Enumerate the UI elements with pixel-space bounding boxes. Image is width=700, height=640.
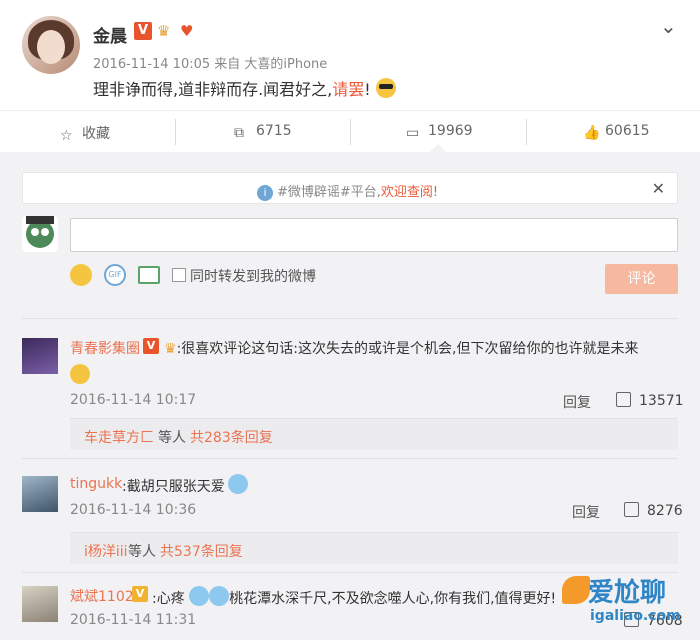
notice-text: i #微博辟谣#平台,欢迎查阅! <box>257 181 438 201</box>
submit-comment-button[interactable]: 评论 <box>605 264 678 294</box>
verified-badge-icon: V <box>132 586 148 602</box>
comment-panel: i #微博辟谣#平台,欢迎查阅! ✕ GIF 同时转发到我的微博 评论 青春影集圈… <box>0 152 700 640</box>
post-action-bar: ☆ 收藏 ⧉ 6715 ▭ 19969 👍 60615 <box>0 110 700 152</box>
heart-medal-icon: ♥ <box>180 22 194 40</box>
reply-button[interactable]: 回复 <box>563 392 591 412</box>
weibo-post: 金晨 V ♛ ♥ 2016-11-14 10:05 来自 大喜的iPhone 理… <box>0 0 700 110</box>
commenter-avatar[interactable] <box>22 476 58 512</box>
watermark-url: igaliao.com <box>590 608 681 624</box>
commenter-avatar[interactable] <box>22 586 58 622</box>
emoji-icon <box>228 474 248 494</box>
comment-text: :心疼 桃花潭水深千尺,不及欲念噬人心,你有我们,值得更好! <box>152 586 556 608</box>
sub-reply-mid: 等人 <box>128 544 156 560</box>
comment-like-count: 13571 <box>639 393 684 409</box>
emoji-icon[interactable] <box>70 264 92 286</box>
thumbs-up-icon <box>624 502 639 517</box>
comment-text: ♛:很喜欢评论这句话:这次失去的或许是个机会,但下次留给你的也许就是未来 <box>164 338 638 358</box>
verified-badge-icon: V <box>134 22 152 40</box>
crown-medal-icon: ♛ <box>164 341 177 357</box>
avatar-head <box>26 220 54 248</box>
avatar-eye <box>31 228 39 236</box>
sub-reply-mid: 等人 <box>158 430 186 446</box>
close-icon[interactable]: ✕ <box>652 179 665 198</box>
repost-count: 6715 <box>256 123 292 139</box>
post-text: 理非诤而得,道非辩而存.闻君好之, <box>93 80 333 99</box>
divider <box>22 318 678 319</box>
avatar-face <box>37 30 65 64</box>
sub-replies[interactable]: i杨洋iii 等人 共537条回复 <box>70 532 678 564</box>
author-name[interactable]: 金晨 <box>93 22 127 47</box>
bird-logo-icon <box>562 576 590 604</box>
post-text-highlight: 请罢 <box>332 80 365 99</box>
thumbs-up-icon: 👍 <box>583 125 601 141</box>
thumbs-up-icon <box>616 392 631 407</box>
commenter-name[interactable]: tingukk <box>70 476 122 492</box>
sub-reply-user[interactable]: i杨洋iii <box>84 541 128 561</box>
notice-tag: #微博辟谣#平台, <box>277 185 381 200</box>
star-icon: ☆ <box>60 128 73 144</box>
comment-time: 2016-11-14 11:31 <box>70 612 197 628</box>
notice-link[interactable]: 欢迎查阅! <box>381 185 438 200</box>
repost-icon: ⧉ <box>234 125 244 141</box>
divider <box>22 458 678 459</box>
info-icon: i <box>257 185 273 201</box>
comment-time: 2016-11-14 10:17 <box>70 392 197 408</box>
post-meta: 2016-11-14 10:05 来自 大喜的iPhone <box>93 57 328 72</box>
emoji-icon <box>209 586 230 606</box>
like-button[interactable]: 👍 60615 <box>583 123 650 141</box>
comment-like-button[interactable]: 8276 <box>624 502 683 519</box>
current-user-avatar[interactable] <box>22 216 58 252</box>
gif-icon[interactable]: GIF <box>104 264 126 286</box>
repost-checkbox-label: 同时转发到我的微博 <box>190 269 316 285</box>
comment-indicator-arrow <box>430 144 446 152</box>
chevron-down-icon[interactable]: ⌄ <box>660 14 677 38</box>
comment-body: :截胡只服张天爱 <box>122 479 225 495</box>
post-content: 理非诤而得,道非辩而存.闻君好之,请罢! <box>93 76 396 100</box>
like-count: 60615 <box>605 123 650 139</box>
comment-body: :很喜欢评论这句话:这次失去的或许是个机会,但下次留给你的也许就是未来 <box>176 341 639 357</box>
avatar-eye <box>41 228 49 236</box>
comment-body: :心疼 <box>152 591 185 607</box>
commenter-avatar[interactable] <box>22 338 58 374</box>
crown-medal-icon: ♛ <box>157 22 171 40</box>
commenter-name[interactable]: 青春影集圈 <box>70 338 140 358</box>
divider <box>526 119 527 145</box>
verified-badge-icon: V <box>143 338 159 354</box>
repost-button[interactable]: ⧉ 6715 <box>234 123 292 141</box>
sub-reply-count[interactable]: 共283条回复 <box>190 427 273 447</box>
rumor-notice: i #微博辟谣#平台,欢迎查阅! ✕ <box>22 172 678 204</box>
comment-like-button[interactable]: 13571 <box>616 392 684 409</box>
divider <box>175 119 176 145</box>
repost-checkbox[interactable] <box>172 268 186 282</box>
sub-reply-user[interactable]: 车走草方匚 <box>84 427 154 447</box>
post-text-end: ! <box>364 80 371 99</box>
emoji-icon <box>189 586 210 606</box>
image-icon[interactable] <box>138 266 160 284</box>
sub-replies[interactable]: 车走草方匚 等人 共283条回复 <box>70 418 678 450</box>
favorite-button[interactable]: ☆ 收藏 <box>60 123 110 144</box>
comment-body-continued: 桃花潭水深千尺,不及欲念噬人心,你有我们,值得更好! <box>229 591 557 607</box>
author-avatar[interactable] <box>22 16 80 74</box>
sunglasses-emoji-icon <box>375 78 396 98</box>
watermark-title: 爱尬聊 <box>588 578 667 608</box>
divider <box>350 119 351 145</box>
favorite-label: 收藏 <box>82 126 110 142</box>
comment-button[interactable]: ▭ 19969 <box>406 123 473 141</box>
comment-count: 19969 <box>428 123 473 139</box>
commenter-name[interactable]: 斌斌1102 <box>70 586 134 606</box>
reply-button[interactable]: 回复 <box>572 502 600 522</box>
comment-icon: ▭ <box>406 125 420 141</box>
comment-like-count: 8276 <box>647 503 683 519</box>
site-watermark: 爱尬聊 igaliao.com <box>560 572 698 638</box>
sub-reply-count[interactable]: 共537条回复 <box>160 541 243 561</box>
comment-input[interactable] <box>70 218 678 252</box>
smile-emoji-icon <box>70 364 90 384</box>
avatar-cap <box>26 216 54 224</box>
comment-time: 2016-11-14 10:36 <box>70 502 197 518</box>
